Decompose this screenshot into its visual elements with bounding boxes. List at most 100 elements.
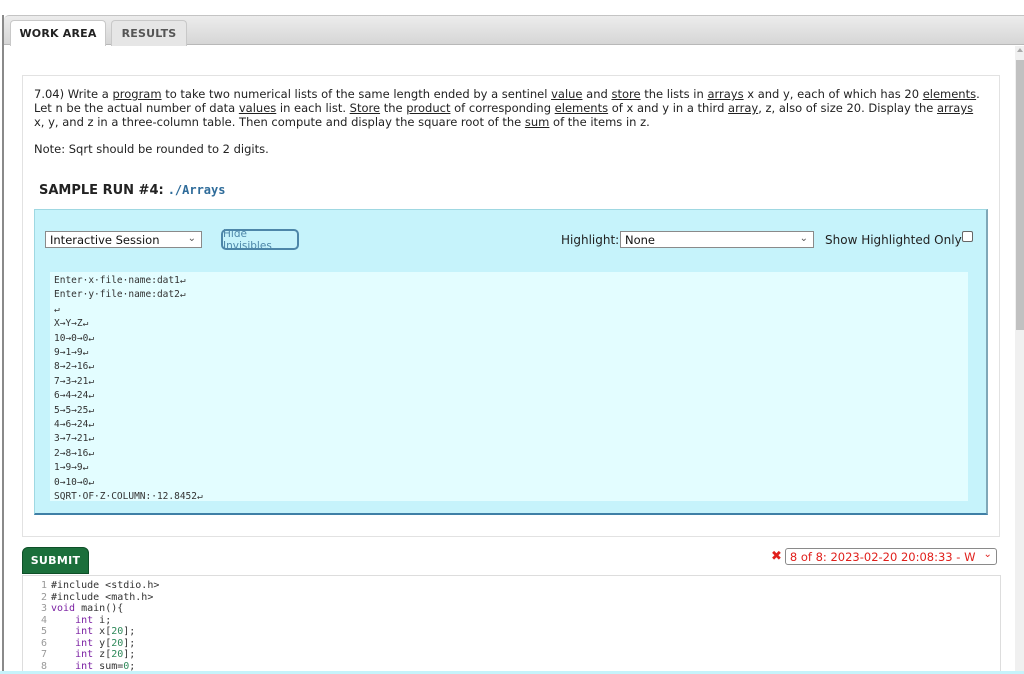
problem-text: of the items in z. [549,115,650,129]
problem-text: in each list. [276,101,350,115]
code-keyword: int [75,626,94,637]
problem-text: the [380,101,407,115]
code-text: #include <stdio.h> [51,580,160,591]
problem-statement: 7.04) Write a program to take two numeri… [34,87,984,129]
code-text: y[ [93,637,112,649]
submit-button[interactable]: SUBMIT [22,547,89,574]
glossary-term-link[interactable]: Store [350,101,380,115]
code-keyword: int [75,614,94,626]
show-highlighted-only-checkbox[interactable] [962,231,973,242]
code-line[interactable]: int i; [51,615,159,627]
problem-text: and [582,87,612,101]
glossary-term-link[interactable]: elements [923,87,976,101]
code-text: i; [93,614,112,626]
line-number: 5 [40,626,47,637]
code-content[interactable]: #include <stdio.h> #include <math.h> void … [51,580,159,672]
code-line[interactable]: int z[20]; [51,649,159,661]
output-line: 7→3→21↵ [54,375,95,387]
line-numbers: 12345678 [23,580,47,672]
code-number: 20 [111,626,124,637]
output-line: 6→4→24↵ [54,390,95,402]
line-number: 2 [40,591,47,603]
problem-text: x and y, each of which has 20 [743,87,923,101]
code-line[interactable]: #include <stdio.h> [51,580,159,592]
session-output: Enter·x·file·name:dat1↵ Enter·y·file·name… [50,272,968,503]
session-mode-select[interactable]: Interactive Session ⌄ [45,231,202,248]
problem-text: 7.04) Write a [34,87,113,101]
code-text: z[ [93,649,112,660]
glossary-term-link[interactable]: store [611,87,640,101]
line-number: 4 [40,614,47,626]
code-text: #include <math.h> [51,591,154,603]
problem-note: Note: Sqrt should be rounded to 2 digits… [34,142,269,156]
glossary-term-link[interactable]: values [239,101,276,115]
glossary-term-link[interactable]: value [551,87,582,101]
code-line[interactable]: int y[20]; [51,638,159,650]
output-line: 10→0→0↵ [54,332,95,344]
code-text: x[ [93,626,112,637]
output-line: X→Y→Z↵ [54,318,89,330]
problem-text: the lists in [640,87,708,101]
sample-run-title: SAMPLE RUN #4: [39,183,164,198]
glossary-term-link[interactable]: arrays [937,101,973,115]
code-text: ]; [123,649,136,660]
code-line[interactable]: void main(){ [51,603,159,615]
chevron-down-icon: ⌄ [983,549,992,560]
highlight-value: None [625,232,656,247]
hide-invisibles-button[interactable]: Hide Invisibles [221,228,299,252]
problem-text: of x and y in a third [608,101,729,115]
line-number: 6 [40,637,47,649]
submission-value: 8 of 8: 2023-02-20 20:08:33 - W [789,549,976,564]
problem-text: , z, also of size 20. Display the [758,101,937,115]
submission-selector: ✖ 8 of 8: 2023-02-20 20:08:33 - W ⌄ [771,548,997,565]
code-line[interactable]: #include <math.h> [51,592,159,604]
session-mode-value: Interactive Session [50,232,160,247]
line-number: 7 [40,649,47,660]
output-line: SQRT·OF·Z·COLUMN:·12.8452↵ [54,491,203,503]
code-keyword: int [75,660,94,672]
line-number: 3 [40,603,47,614]
sample-run-command: ./Arrays [167,183,226,197]
highlight-label: Highlight: [561,233,620,247]
code-text: ]; [123,637,136,649]
code-line[interactable]: int x[20]; [51,626,159,638]
code-keyword: void [51,603,76,614]
glossary-term-link[interactable]: product [406,101,450,115]
tab-results[interactable]: RESULTS [111,20,187,46]
code-number: 20 [111,649,124,660]
code-text: ; [129,660,136,672]
code-text: ]; [123,626,136,637]
output-line: 0→10→0↵ [54,476,95,488]
glossary-term-link[interactable]: array [728,101,758,115]
glossary-term-link[interactable]: sum [525,115,549,129]
code-keyword: int [75,649,94,660]
glossary-term-link[interactable]: program [112,87,161,101]
problem-text: of corresponding [450,101,555,115]
chevron-down-icon: ⌄ [187,233,196,244]
scrollbar-thumb[interactable] [1016,60,1024,330]
output-line: Enter·y·file·name:dat2↵ [54,289,186,301]
output-line: 3→7→21↵ [54,433,95,445]
highlight-select[interactable]: None ⌄ [620,231,814,248]
x-icon: ✖ [771,549,782,564]
problem-text: x, y, and z in a three-column table. The… [34,115,525,129]
code-text: main(){ [75,603,124,614]
code-editor[interactable]: 12345678 #include <stdio.h> #include <mat… [22,575,1001,674]
output-line: 4→6→24↵ [54,419,95,431]
tab-work-area[interactable]: WORK AREA [10,20,106,46]
tab-bar: WORK AREA RESULTS [4,15,1024,46]
scroll-up-arrow-icon[interactable] [1017,48,1023,52]
output-line: Enter·x·file·name:dat1↵ [54,275,186,286]
submission-select[interactable]: 8 of 8: 2023-02-20 20:08:33 - W ⌄ [784,548,997,565]
output-line: ↵ [54,303,60,315]
output-line: 9→1→9↵ [54,347,89,359]
line-number: 1 [40,580,47,591]
chevron-down-icon: ⌄ [799,233,808,244]
output-line: 2→8→16↵ [54,447,95,459]
glossary-term-link[interactable]: arrays [707,87,743,101]
output-line: 8→2→16↵ [54,361,95,373]
glossary-term-link[interactable]: elements [555,101,608,115]
